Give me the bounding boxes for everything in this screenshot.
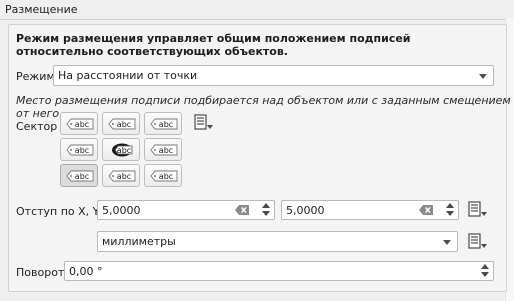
- spin-updown-icon[interactable]: [446, 203, 455, 217]
- rotation-label: Поворот: [16, 266, 65, 279]
- spin-updown-icon[interactable]: [262, 203, 271, 217]
- data-defined-override-icon[interactable]: [468, 233, 490, 251]
- quadrant-button-bottom-right[interactable]: abc: [144, 164, 182, 187]
- quadrant-button-top-right[interactable]: abc: [144, 112, 182, 135]
- data-defined-override-icon[interactable]: [194, 114, 216, 132]
- quadrant-button-over[interactable]: abc: [102, 138, 140, 161]
- offset-x-value: 5,0000: [102, 204, 141, 217]
- units-value: миллиметры: [102, 235, 176, 248]
- label-tag-icon: abc: [108, 170, 136, 182]
- clear-icon[interactable]: [419, 205, 433, 215]
- label-tag-icon: abc: [66, 170, 94, 182]
- mode-value: На расстоянии от точки: [58, 69, 198, 82]
- quadrant-label: Сектор: [16, 120, 58, 133]
- rotation-spinbox[interactable]: 0,00 °: [64, 261, 494, 281]
- offset-y-value: 5,0000: [286, 204, 325, 217]
- quadrant-button-text: abc: [159, 172, 173, 181]
- offset-x-spinbox[interactable]: 5,0000: [97, 200, 275, 220]
- quadrant-button-top[interactable]: abc: [102, 112, 140, 135]
- mode-label: Режим: [16, 70, 55, 83]
- placement-group-title: Размещение: [5, 3, 78, 16]
- spin-updown-icon[interactable]: [481, 264, 490, 278]
- data-defined-override-icon[interactable]: [468, 201, 490, 219]
- quadrant-button-text: abc: [159, 120, 173, 129]
- quadrant-button-text: abc: [75, 172, 89, 181]
- quadrant-button-top-left[interactable]: abc: [60, 112, 98, 135]
- label-tag-icon: abc: [150, 144, 178, 156]
- mode-combobox[interactable]: На расстоянии от точки: [53, 65, 494, 86]
- chevron-down-icon: [443, 240, 451, 245]
- quadrant-button-left[interactable]: abc: [60, 138, 98, 161]
- quadrant-button-text: abc: [117, 120, 131, 129]
- group-divider: [0, 19, 506, 20]
- label-tag-icon: abc: [150, 118, 178, 130]
- label-tag-icon: abc: [66, 118, 94, 130]
- offset-label: Отступ по X, Y: [16, 205, 100, 218]
- units-combobox[interactable]: миллиметры: [97, 231, 458, 252]
- quadrant-button-text: abc: [117, 172, 131, 181]
- chevron-down-icon: [479, 74, 487, 79]
- label-tag-icon: abc: [150, 170, 178, 182]
- label-tag-icon: abc: [66, 144, 94, 156]
- clear-icon[interactable]: [235, 205, 249, 215]
- offset-y-spinbox[interactable]: 5,0000: [281, 200, 459, 220]
- mode-description: Режим размещения управляет общим положен…: [16, 32, 411, 58]
- quadrant-button-bottom-left[interactable]: abc: [60, 164, 98, 187]
- quadrant-button-text: abc: [75, 146, 89, 155]
- label-tag-icon: abc: [108, 118, 136, 130]
- label-tag-icon: abc: [112, 143, 133, 157]
- quadrant-button-bottom[interactable]: abc: [102, 164, 140, 187]
- quadrant-button-text: abc: [75, 120, 89, 129]
- quadrant-button-right[interactable]: abc: [144, 138, 182, 161]
- rotation-value: 0,00 °: [69, 265, 103, 278]
- quadrant-button-text: abc: [159, 146, 173, 155]
- quadrant-button-text: abc: [117, 146, 131, 155]
